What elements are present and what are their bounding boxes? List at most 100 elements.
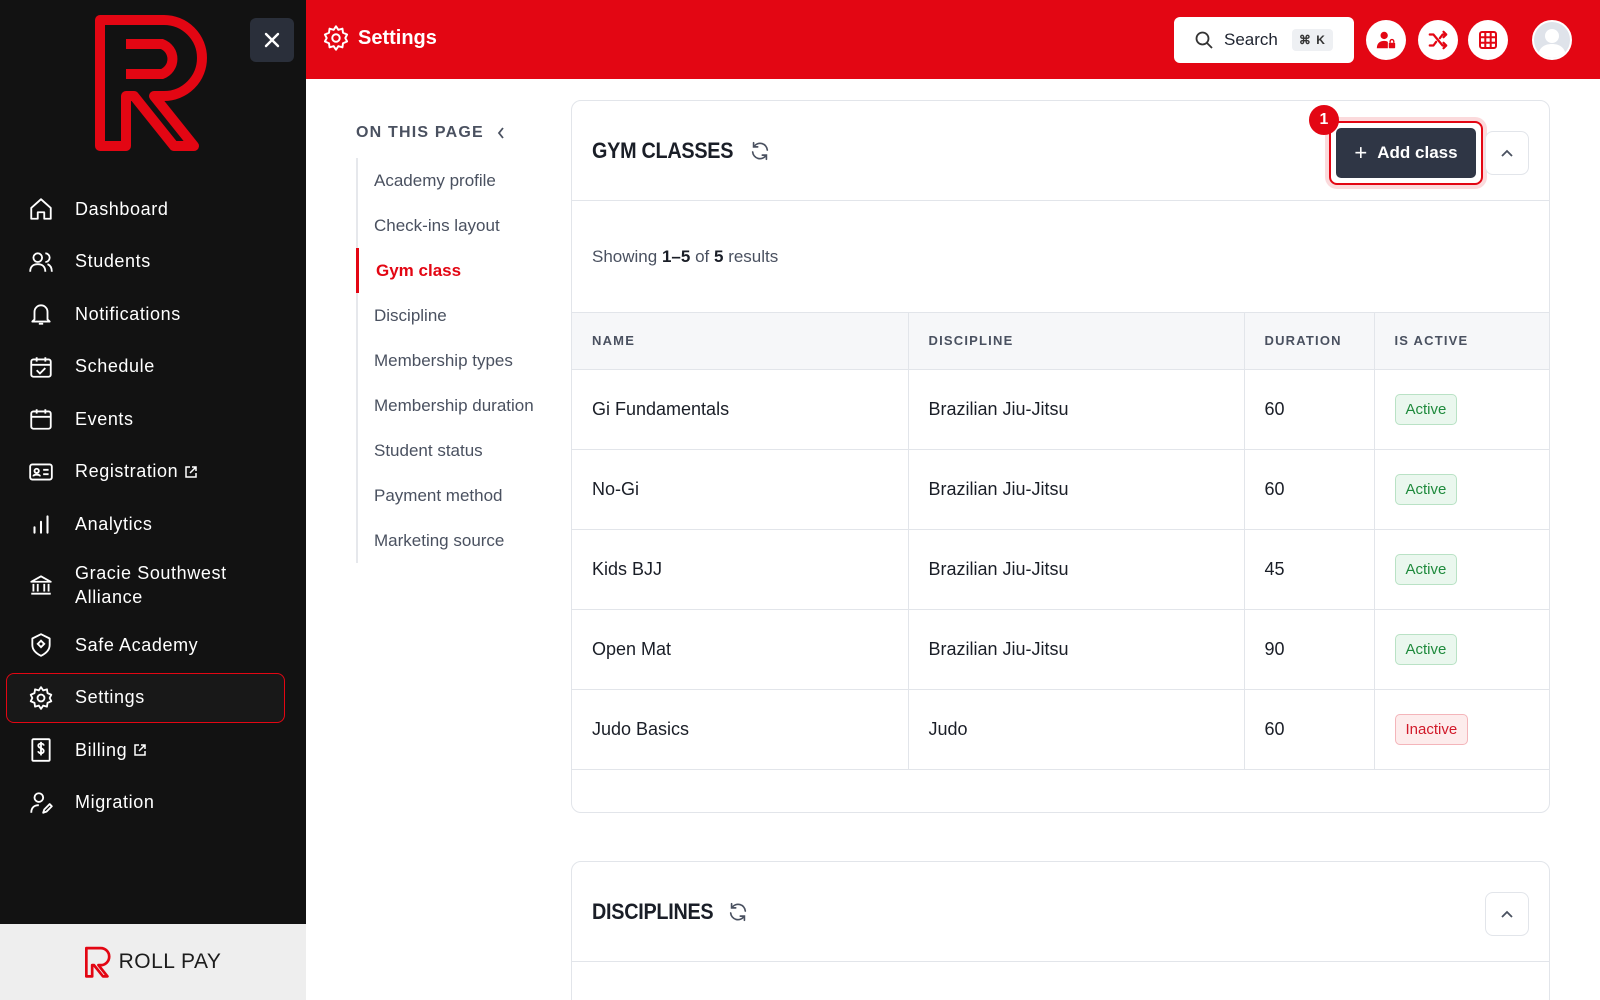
otp-item-payment-method[interactable]: Payment method [358, 473, 556, 518]
sidebar-item-label: Safe Academy [75, 634, 199, 655]
collapse-gym-classes-button[interactable] [1485, 131, 1529, 175]
top-header: Settings Search ⌘ K [306, 0, 1600, 79]
refresh-icon[interactable] [727, 901, 749, 923]
search-shortcut: ⌘ K [1291, 29, 1333, 51]
disciplines-card: DISCIPLINES [571, 861, 1550, 1000]
user-avatar[interactable] [1532, 20, 1572, 60]
cell-status: Active [1374, 449, 1549, 530]
refresh-icon[interactable] [749, 140, 771, 162]
otp-item-marketing-source[interactable]: Marketing source [358, 518, 556, 563]
column-header-is-active[interactable]: IS ACTIVE [1374, 313, 1549, 370]
table-row[interactable]: Gi Fundamentals Brazilian Jiu-Jitsu 60 A… [572, 369, 1549, 450]
cell-discipline: Brazilian Jiu-Jitsu [908, 369, 1245, 450]
results-mid: of [695, 246, 710, 266]
otp-item-check-ins-layout[interactable]: Check-ins layout [358, 203, 556, 248]
sidebar-item-label: Dashboard [75, 198, 169, 219]
sidebar-item-billing[interactable]: Billing [6, 725, 285, 775]
column-header-duration[interactable]: DURATION [1244, 313, 1375, 370]
add-class-button[interactable]: + Add class [1336, 128, 1476, 178]
sidebar-item-events[interactable]: Events [6, 394, 285, 444]
sidebar-item-schedule[interactable]: Schedule [6, 342, 285, 392]
otp-item-student-status[interactable]: Student status [358, 428, 556, 473]
column-header-discipline[interactable]: DISCIPLINE [908, 313, 1245, 370]
status-badge: Active [1394, 473, 1458, 505]
otp-item-gym-class[interactable]: Gym class [356, 248, 556, 293]
calendar-check-icon [27, 353, 55, 381]
sidebar-item-registration[interactable]: Registration [6, 447, 285, 497]
roll-logo [95, 15, 207, 151]
id-card-icon [27, 458, 55, 486]
chevron-left-icon [497, 127, 504, 139]
table-row[interactable]: Open Mat Brazilian Jiu-Jitsu 90 Active [572, 609, 1549, 690]
results-suffix: results [728, 246, 779, 266]
add-class-label: Add class [1377, 143, 1458, 162]
disciplines-title: DISCIPLINES [592, 898, 714, 924]
avatar-icon [1538, 29, 1566, 58]
page-title: Settings [358, 26, 437, 49]
sidebar-item-label: Notifications [75, 303, 181, 324]
status-badge: Active [1394, 553, 1458, 585]
cell-discipline: Brazilian Jiu-Jitsu [908, 529, 1245, 610]
table-row[interactable]: Kids BJJ Brazilian Jiu-Jitsu 45 Active [572, 529, 1549, 610]
sidebar-item-notifications[interactable]: Notifications [6, 289, 285, 339]
cell-name: Kids BJJ [572, 529, 909, 610]
sidebar-item-safe-academy[interactable]: Safe Academy [6, 620, 285, 670]
gear-icon [27, 684, 55, 712]
chevron-up-icon [1501, 149, 1513, 157]
search-icon [1195, 31, 1213, 49]
chevron-up-icon [1501, 910, 1513, 918]
cell-duration: 45 [1244, 529, 1375, 610]
search-button[interactable]: Search ⌘ K [1174, 17, 1354, 63]
cell-discipline: Brazilian Jiu-Jitsu [908, 449, 1245, 530]
gym-classes-header: GYM CLASSES 1 + Add class [572, 101, 1549, 201]
status-badge: Active [1394, 393, 1458, 425]
close-icon [264, 32, 280, 48]
close-sidebar-button[interactable] [250, 18, 294, 62]
cell-name: No-Gi [572, 449, 909, 530]
collapse-disciplines-button[interactable] [1485, 892, 1529, 936]
sidebar-item-gracie-southwest-alliance[interactable]: Gracie Southwest Alliance [6, 552, 285, 618]
sidebar-item-label: Schedule [75, 356, 155, 376]
shield-icon [27, 631, 55, 659]
cell-discipline: Judo [908, 689, 1245, 770]
table-row[interactable]: Judo Basics Judo 60 Inactive [572, 689, 1549, 770]
external-link-icon [133, 743, 147, 757]
sidebar-item-migration[interactable]: Migration [6, 778, 285, 828]
grid-button[interactable] [1468, 20, 1508, 60]
footer-brand-name: ROLL PAY [118, 950, 222, 973]
sidebar-item-dashboard[interactable]: Dashboard [6, 184, 285, 234]
sidebar-item-analytics[interactable]: Analytics [6, 499, 285, 549]
otp-item-discipline[interactable]: Discipline [358, 293, 556, 338]
table-row[interactable]: No-Gi Brazilian Jiu-Jitsu 60 Active [572, 449, 1549, 530]
cell-name: Gi Fundamentals [572, 369, 909, 450]
results-prefix: Showing [592, 246, 658, 266]
otp-item-membership-types[interactable]: Membership types [358, 338, 556, 383]
gym-classes-table: NAME DISCIPLINE DURATION IS ACTIVE Gi Fu… [572, 313, 1549, 770]
table-footer [572, 770, 1549, 812]
bar-chart-icon [27, 510, 55, 538]
column-header-name[interactable]: NAME [572, 313, 909, 370]
plus-icon: + [1354, 140, 1368, 165]
cell-duration: 60 [1244, 689, 1375, 770]
users-icon [27, 248, 55, 276]
sidebar-item-label: Analytics [75, 513, 153, 534]
add-class-highlight: + Add class [1329, 121, 1483, 185]
otp-item-academy-profile[interactable]: Academy profile [358, 158, 556, 203]
user-edit-icon [27, 789, 55, 817]
cell-duration: 60 [1244, 369, 1375, 450]
shuffle-button[interactable] [1418, 20, 1458, 60]
on-this-page-header[interactable]: ON THIS PAGE [356, 124, 556, 142]
sidebar-item-settings[interactable]: Settings [6, 672, 285, 723]
status-badge: Inactive [1394, 713, 1469, 745]
cell-status: Inactive [1374, 689, 1549, 770]
disciplines-header: DISCIPLINES [572, 862, 1549, 962]
otp-item-membership-duration[interactable]: Membership duration [358, 383, 556, 428]
user-access-button[interactable] [1366, 20, 1406, 60]
sidebar-item-label: Migration [75, 792, 155, 812]
sidebar-item-label: Gracie Southwest Alliance [75, 562, 227, 607]
cell-discipline: Brazilian Jiu-Jitsu [908, 609, 1245, 690]
page-title-group: Settings [322, 24, 437, 52]
gym-classes-title: GYM CLASSES [592, 137, 734, 163]
sidebar-item-students[interactable]: Students [6, 237, 285, 287]
cell-status: Active [1374, 369, 1549, 450]
